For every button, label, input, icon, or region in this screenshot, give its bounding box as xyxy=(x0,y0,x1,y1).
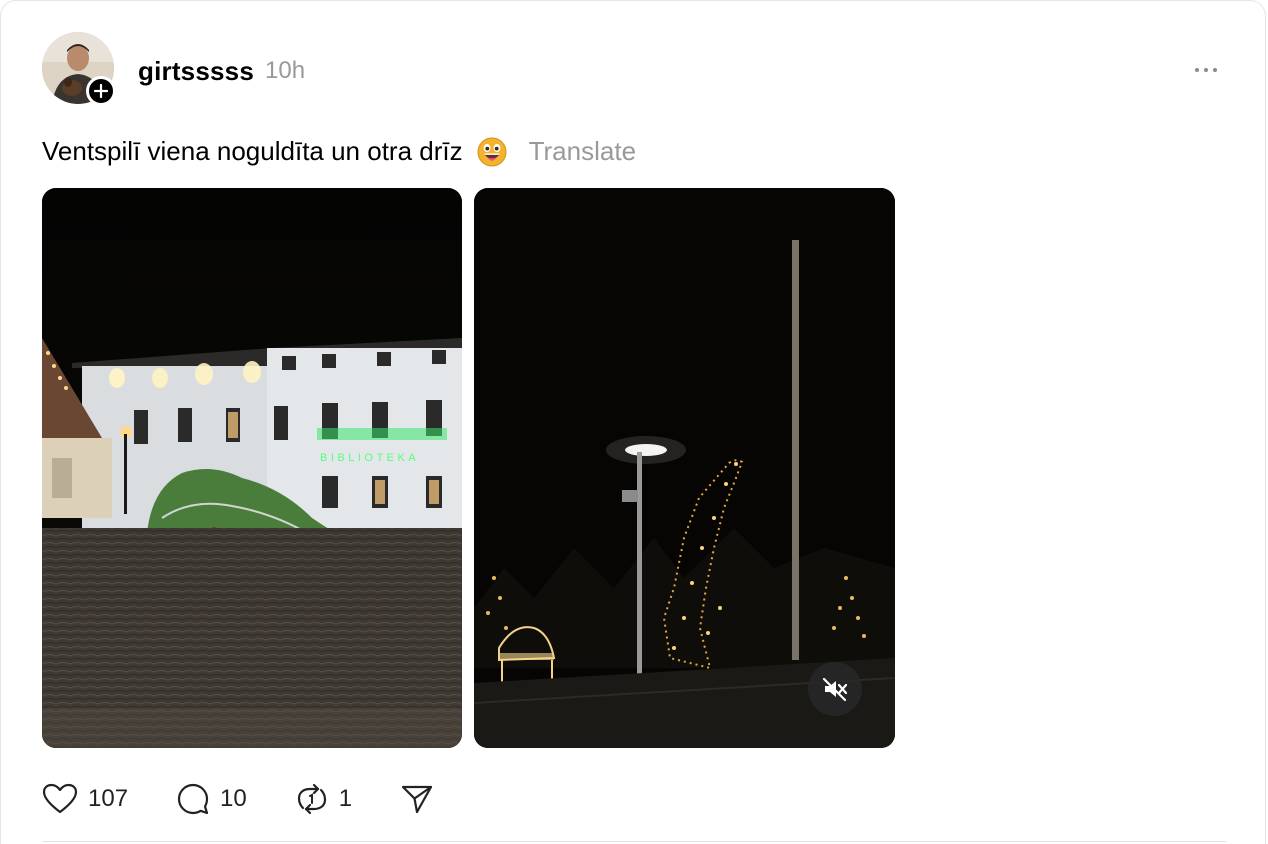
follow-button[interactable] xyxy=(86,76,116,106)
grinning-face-with-tongue-icon xyxy=(477,137,507,167)
heart-icon xyxy=(42,783,78,814)
repost-count: 1 xyxy=(338,785,353,812)
send-icon xyxy=(402,785,433,814)
repost-button[interactable]: 1 xyxy=(295,782,352,816)
share-button[interactable] xyxy=(400,783,434,815)
plus-icon xyxy=(94,84,108,98)
post-actions-bar: 107 10 1 xyxy=(42,780,482,818)
username[interactable]: girtsssss xyxy=(138,56,254,87)
reply-count: 10 xyxy=(220,785,247,812)
more-options-button[interactable] xyxy=(1186,58,1226,82)
translate-link[interactable]: Translate xyxy=(529,136,636,167)
speaker-muted-icon xyxy=(822,677,848,702)
like-button[interactable]: 107 xyxy=(42,783,128,815)
post-video-2[interactable] xyxy=(474,188,895,748)
post-image-1[interactable]: BIBLIOTEKA xyxy=(42,188,462,748)
ellipsis-icon xyxy=(1195,68,1199,72)
reply-button[interactable]: 10 xyxy=(176,782,247,816)
avatar-container[interactable] xyxy=(42,32,116,106)
speech-bubble-icon xyxy=(177,783,209,815)
mute-toggle-button[interactable] xyxy=(808,662,862,716)
post-body: Ventspilī viena noguldīta un otra drīz T… xyxy=(42,136,636,167)
post-timestamp[interactable]: 10h xyxy=(265,57,305,85)
night-library-fallen-tree-image: BIBLIOTEKA xyxy=(42,188,462,748)
library-sign-text: BIBLIOTEKA xyxy=(320,452,419,464)
repost-icon xyxy=(297,783,326,815)
like-count: 107 xyxy=(88,785,129,812)
post-text: Ventspilī viena noguldīta un otra drīz xyxy=(42,136,463,166)
post-divider xyxy=(42,841,1226,842)
